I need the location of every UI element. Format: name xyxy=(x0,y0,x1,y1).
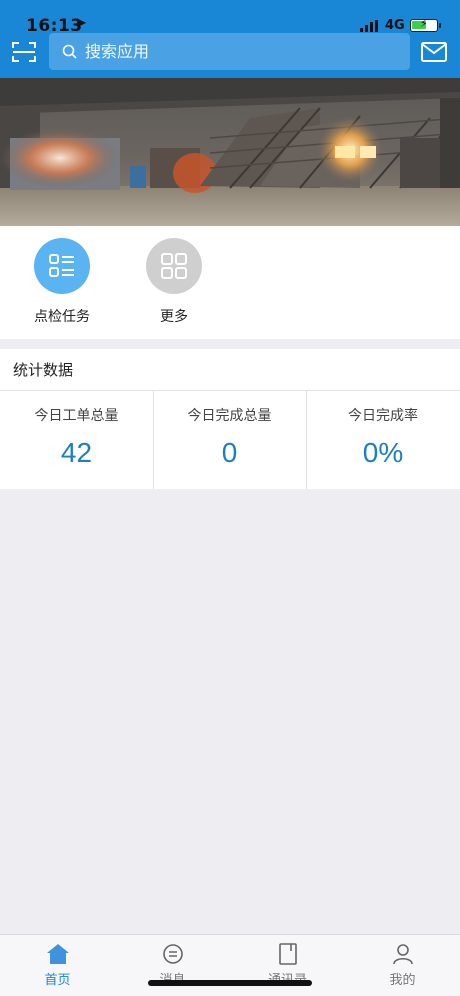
stat-today-completion-rate: 今日完成率 0% xyxy=(306,391,460,489)
stat-label: 今日完成总量 xyxy=(187,408,272,424)
header: 16:13 ➤ 4G ⚡ xyxy=(0,0,460,78)
app-label: 点检任务 xyxy=(34,309,90,325)
status-bar: 16:13 ➤ 4G ⚡ xyxy=(0,0,460,36)
tab-label: 首页 xyxy=(44,973,71,988)
banner-image[interactable] xyxy=(0,78,460,226)
home-indicator xyxy=(148,980,312,986)
grid-icon xyxy=(146,238,202,294)
search-input[interactable] xyxy=(85,33,395,70)
network-type: 4G xyxy=(385,18,405,33)
search-icon xyxy=(62,44,77,59)
home-icon xyxy=(46,944,69,964)
list-icon xyxy=(34,238,90,294)
stat-value: 42 xyxy=(60,437,93,468)
app-grid: 点检任务 更多 xyxy=(0,226,460,339)
stat-today-orders: 今日工单总量 42 xyxy=(0,391,153,489)
stat-value: 0% xyxy=(362,437,404,468)
tab-profile[interactable]: 我的 xyxy=(345,943,460,993)
scan-icon[interactable] xyxy=(12,41,36,63)
app-screen: 16:13 ➤ 4G ⚡ 搜索应用 点检任务 更多 统计数据 今日工单总量 42… xyxy=(0,0,460,996)
tab-bar: 首页 消息 通讯录 我的 xyxy=(0,934,460,996)
stats-panel: 统计数据 今日工单总量 42 今日完成总量 0 今日完成率 0% xyxy=(0,349,460,489)
app-inspection-task[interactable]: 点检任务 xyxy=(17,238,107,330)
tab-home[interactable]: 首页 xyxy=(0,943,115,993)
stat-today-completed: 今日完成总量 0 xyxy=(153,391,306,489)
stat-label: 今日工单总量 xyxy=(34,408,119,424)
mail-icon[interactable] xyxy=(421,42,447,62)
search-box[interactable] xyxy=(49,33,410,70)
app-more[interactable]: 更多 xyxy=(129,238,219,330)
app-label: 更多 xyxy=(160,309,188,325)
tab-label: 我的 xyxy=(389,973,416,988)
battery-icon: ⚡ xyxy=(410,17,441,32)
stat-value: 0 xyxy=(221,437,238,468)
message-icon xyxy=(162,944,183,964)
stat-label: 今日完成率 xyxy=(348,408,418,424)
location-arrow-icon: ➤ xyxy=(76,16,87,31)
stats-title: 统计数据 xyxy=(13,361,74,379)
signal-icon xyxy=(360,20,378,32)
contacts-icon xyxy=(278,943,297,965)
user-icon xyxy=(392,944,413,965)
